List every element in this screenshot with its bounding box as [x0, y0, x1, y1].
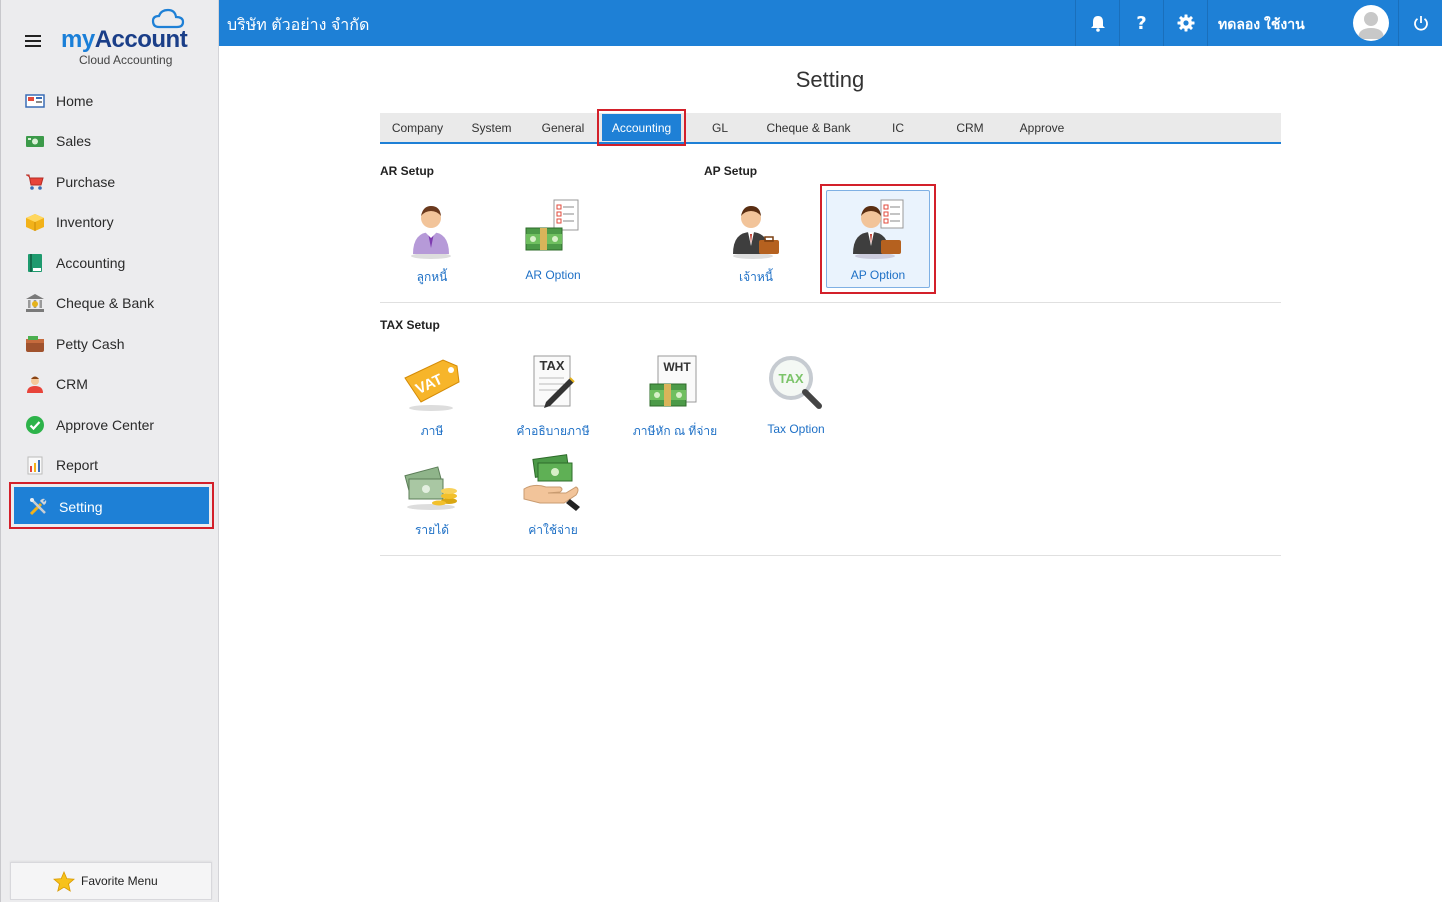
expense-tile[interactable]: ค่าใช้จ่าย — [498, 443, 608, 543]
check-circle-icon — [26, 416, 44, 434]
tab-gl[interactable]: GL — [698, 113, 742, 142]
sidebar-item-cheque-bank[interactable]: Cheque & Bank — [1, 284, 219, 322]
tax-description-tile[interactable]: TAX คำอธิบายภาษี — [498, 344, 608, 444]
svg-text:TAX: TAX — [778, 371, 803, 386]
hamburger-menu-icon[interactable] — [25, 35, 41, 47]
ap-option-tile[interactable]: AP Option — [823, 190, 933, 290]
wht-money-icon: WHT — [649, 355, 697, 407]
tab-general[interactable]: General — [533, 113, 593, 142]
gear-icon — [1177, 14, 1194, 32]
app-logo[interactable]: myAccount Cloud Accounting — [59, 8, 199, 70]
withholding-tax-tile[interactable]: WHT ภาษีหัก ณ ที่จ่าย — [620, 344, 730, 444]
svg-text:TAX: TAX — [539, 358, 564, 373]
income-tile[interactable]: รายได้ — [377, 443, 487, 543]
income-money-coins-icon — [404, 466, 457, 510]
tax-setup-title: TAX Setup — [380, 318, 440, 332]
sidebar-item-inventory[interactable]: Inventory — [1, 203, 219, 241]
settings-tabs: Company System General Accounting GL Che… — [380, 109, 1281, 146]
creditor-businessman-icon — [733, 206, 779, 259]
sidebar-item-crm[interactable]: CRM — [1, 365, 219, 403]
people-icon — [27, 376, 43, 393]
star-icon — [53, 871, 75, 892]
ap-option-businessman-checklist-icon — [853, 199, 904, 259]
tax-tile[interactable]: VAT ภาษี — [377, 344, 487, 444]
settings-button[interactable] — [1163, 0, 1207, 46]
logo-text: myAccount — [61, 26, 188, 53]
creditor-tile[interactable]: เจ้าหนี้ — [701, 190, 811, 290]
tax-document-pen-icon: TAX — [533, 355, 575, 408]
wallet-icon — [26, 336, 44, 352]
sidebar: myAccount Cloud Accounting Home Sales Pu… — [0, 0, 219, 902]
logo-subtitle: Cloud Accounting — [79, 53, 173, 67]
tab-accounting[interactable]: Accounting — [597, 109, 686, 146]
tools-icon — [29, 498, 47, 516]
tax-option-tile[interactable]: TAX Tax Option — [741, 344, 851, 444]
tax-magnifier-icon: TAX — [769, 356, 822, 409]
ap-setup-title: AP Setup — [704, 164, 758, 178]
home-icon — [25, 94, 45, 108]
cart-icon — [26, 174, 44, 190]
logout-button[interactable] — [1398, 0, 1442, 46]
company-name: บริษัท ตัวอย่าง จำกัด — [227, 17, 370, 34]
section-divider — [380, 302, 1281, 303]
bell-icon — [1090, 15, 1105, 32]
help-button[interactable]: ? — [1119, 0, 1163, 46]
notification-button[interactable] — [1075, 0, 1119, 46]
user-name[interactable]: ทดลอง ใช้งาน — [1218, 14, 1305, 36]
book-icon — [28, 254, 42, 272]
report-icon — [27, 456, 43, 475]
tab-ic[interactable]: IC — [878, 113, 918, 142]
tab-crm[interactable]: CRM — [944, 113, 996, 142]
sales-icon — [26, 136, 44, 147]
sidebar-item-accounting[interactable]: Accounting — [1, 244, 219, 282]
favorite-menu-button[interactable]: Favorite Menu — [10, 862, 212, 900]
sidebar-item-approve-center[interactable]: Approve Center — [1, 406, 219, 444]
ar-setup-title: AR Setup — [380, 164, 434, 178]
help-icon: ? — [1136, 12, 1147, 34]
sidebar-item-home[interactable]: Home — [1, 82, 219, 120]
section-divider-bottom — [380, 555, 1281, 556]
vat-tag-icon: VAT — [404, 359, 460, 411]
avatar[interactable] — [1353, 5, 1389, 41]
ar-option-tile[interactable]: AR Option — [498, 190, 608, 290]
debtor-person-icon — [411, 206, 451, 259]
tab-system[interactable]: System — [459, 113, 524, 142]
sidebar-item-sales[interactable]: Sales — [1, 122, 219, 160]
bank-icon — [26, 294, 44, 312]
sidebar-item-purchase[interactable]: Purchase — [1, 163, 219, 201]
ar-option-money-checklist-icon — [525, 199, 579, 251]
debtor-tile[interactable]: ลูกหนี้ — [377, 190, 487, 290]
sidebar-item-report[interactable]: Report — [1, 446, 219, 484]
expense-hand-money-icon — [523, 454, 580, 511]
user-avatar-icon — [1358, 12, 1384, 39]
tab-cheque-bank[interactable]: Cheque & Bank — [758, 113, 859, 142]
tab-approve[interactable]: Approve — [1010, 113, 1074, 142]
sidebar-item-petty-cash[interactable]: Petty Cash — [1, 325, 219, 363]
power-icon — [1413, 16, 1428, 31]
top-bar: บริษัท ตัวอย่าง จำกัด ? ทดลอง ใช้งาน — [219, 0, 1442, 46]
sidebar-item-setting[interactable]: Setting — [9, 482, 214, 529]
page-title: Setting — [795, 67, 865, 92]
box-icon — [26, 214, 44, 231]
svg-text:WHT: WHT — [663, 360, 691, 374]
tab-company[interactable]: Company — [384, 113, 451, 142]
